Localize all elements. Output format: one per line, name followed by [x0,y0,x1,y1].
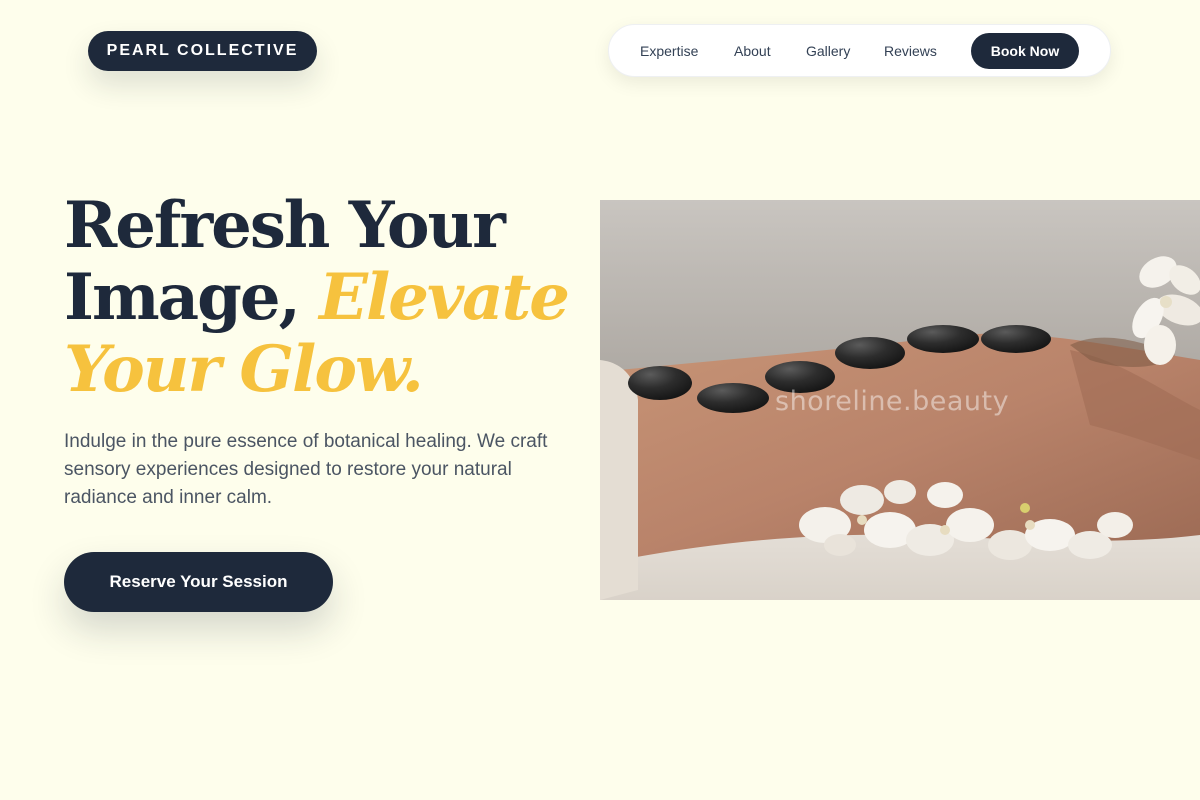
hero-title: Refresh Your Image, Elevate Your Glow. [64,188,570,407]
nav-link-about[interactable]: About [734,42,771,60]
hero-title-line-1: Refresh Your [64,188,506,263]
book-now-button[interactable]: Book Now [971,33,1079,69]
image-watermark: shoreline.beauty [775,386,1010,417]
hero-title-accent-2: Your Glow. [64,332,424,407]
hero-title-accent-1: Elevate [319,260,570,335]
brand-logo[interactable]: PEARL COLLECTIVE [88,31,317,71]
nav-link-gallery[interactable]: Gallery [806,42,850,60]
reserve-session-button[interactable]: Reserve Your Session [64,552,333,612]
towel [600,360,638,600]
hero-spa-image: shoreline.beauty [600,200,1200,600]
top-nav: Expertise About Gallery Reviews Book Now [608,24,1111,77]
hero-description: Indulge in the pure essence of botanical… [64,431,548,508]
nav-link-reviews[interactable]: Reviews [884,42,937,60]
hero-title-line-2: Image, [64,260,301,335]
nav-link-expertise[interactable]: Expertise [640,42,698,60]
